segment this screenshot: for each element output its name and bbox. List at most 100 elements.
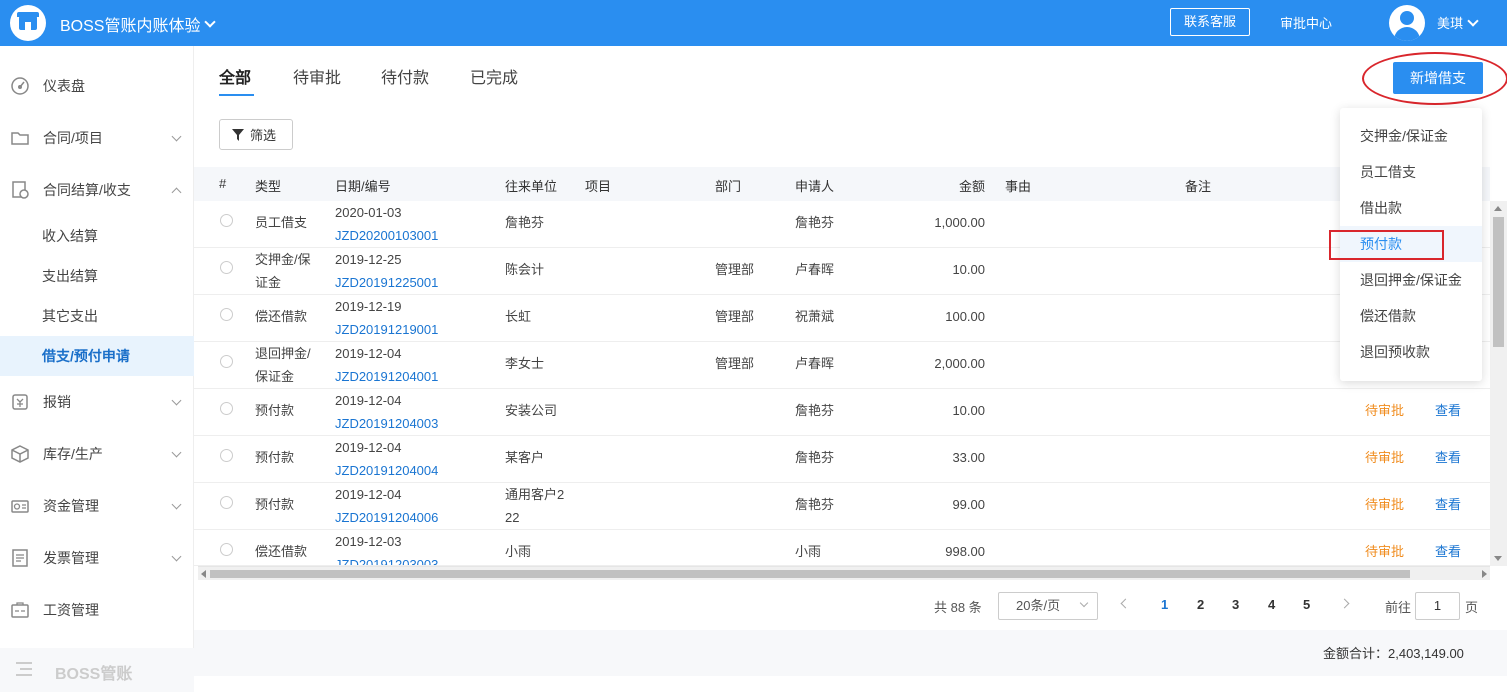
- row-view-link[interactable]: 查看: [1435, 446, 1461, 469]
- sidebar-item-contract-project[interactable]: 合同/项目: [0, 118, 194, 158]
- tab-pending-approval[interactable]: 待审批: [293, 64, 341, 88]
- col-header-reason: 事由: [1005, 179, 1032, 194]
- row-status-badge: 待审批: [1365, 497, 1405, 512]
- scroll-down-icon[interactable]: [1494, 556, 1502, 561]
- table-row[interactable]: 偿还借款 2019-12-03 JZD20191203003 小雨 小雨 998.00 待审…: [194, 530, 1490, 566]
- sidebar-item-invoice[interactable]: 发票管理: [0, 538, 194, 578]
- next-page-icon[interactable]: [1339, 598, 1350, 609]
- goto-page-input[interactable]: 1: [1415, 592, 1460, 620]
- app-title: BOSS管账内账体验: [60, 18, 201, 35]
- row-number-link[interactable]: JZD20191203003: [335, 553, 438, 565]
- sidebar-subitem-loan-prepay[interactable]: 借支/预付申请: [0, 336, 194, 376]
- dropdown-item-deposit[interactable]: 交押金/保证金: [1360, 126, 1448, 146]
- page-4[interactable]: 4: [1268, 597, 1275, 612]
- chevron-down-icon: [171, 447, 182, 457]
- row-amount: 99.00: [952, 497, 985, 512]
- row-amount: 10.00: [952, 262, 985, 277]
- row-radio[interactable]: [220, 449, 233, 462]
- vertical-scrollbar[interactable]: [1490, 201, 1507, 566]
- app-switcher[interactable]: BOSS管账内账体验: [60, 12, 217, 36]
- row-date: 2019-12-04: [335, 393, 402, 408]
- row-date: 2019-12-04: [335, 440, 402, 455]
- col-header-amount: 金额: [959, 179, 986, 194]
- row-type: 偿还借款: [255, 544, 308, 559]
- row-radio[interactable]: [220, 308, 233, 321]
- row-view-link[interactable]: 查看: [1435, 399, 1461, 422]
- table-row[interactable]: 预付款 2019-12-04 JZD20191204003 安装公司 詹艳芬 10.00 待…: [194, 389, 1490, 436]
- scroll-left-icon[interactable]: [201, 570, 206, 578]
- table-row[interactable]: 偿还借款 2019-12-19 JZD20191219001 长虹 管理部 祝萧斌 100.…: [194, 295, 1490, 342]
- dropdown-item-lend[interactable]: 借出款: [1360, 198, 1402, 218]
- row-partner-cont: 22: [505, 510, 520, 525]
- filter-button[interactable]: 筛选: [219, 119, 293, 150]
- table-row[interactable]: 预付款 2019-12-04 JZD20191204004 某客户 詹艳芬 33.00 待审…: [194, 436, 1490, 483]
- row-radio[interactable]: [220, 402, 233, 415]
- row-applicant: 小雨: [795, 544, 822, 559]
- page-size-select[interactable]: 20条/页: [998, 592, 1098, 620]
- page-3[interactable]: 3: [1232, 597, 1239, 612]
- scroll-up-icon[interactable]: [1494, 206, 1502, 211]
- scrollbar-thumb[interactable]: [210, 570, 1410, 578]
- user-avatar-icon[interactable]: [1389, 5, 1425, 41]
- goto-suffix: 页: [1465, 600, 1479, 615]
- dropdown-item-repay[interactable]: 偿还借款: [1360, 306, 1416, 326]
- tab-completed[interactable]: 已完成: [470, 64, 518, 88]
- horizontal-scrollbar[interactable]: [198, 566, 1490, 580]
- row-number-link[interactable]: JZD20191204006: [335, 506, 438, 529]
- user-menu[interactable]: 美琪: [1437, 13, 1479, 32]
- sidebar-item-salary[interactable]: 工资管理: [0, 590, 194, 630]
- row-radio[interactable]: [220, 543, 233, 556]
- page-2[interactable]: 2: [1197, 597, 1204, 612]
- sidebar-subitem-income[interactable]: 收入结算: [0, 216, 194, 256]
- sidebar-item-inventory[interactable]: 库存/生产: [0, 434, 194, 474]
- row-partner: 詹艳芬: [505, 215, 545, 230]
- annotation-rectangle: [1329, 230, 1444, 260]
- row-applicant: 詹艳芬: [795, 403, 835, 418]
- row-number-link[interactable]: JZD20191225001: [335, 271, 438, 294]
- row-amount: 998.00: [945, 544, 985, 559]
- row-number-link[interactable]: JZD20200103001: [335, 224, 438, 247]
- row-view-link[interactable]: 查看: [1435, 493, 1461, 516]
- row-applicant: 詹艳芬: [795, 497, 835, 512]
- sidebar-item-fund[interactable]: 资金管理: [0, 486, 194, 526]
- row-partner: 李女士: [505, 356, 545, 371]
- dropdown-item-employee-loan[interactable]: 员工借支: [1360, 162, 1416, 182]
- row-partner: 某客户: [505, 450, 545, 465]
- tab-pending-payment[interactable]: 待付款: [381, 64, 429, 88]
- table-row[interactable]: 员工借支 2020-01-03 JZD20200103001 詹艳芬 詹艳芬 1,000.…: [194, 201, 1490, 248]
- row-status-badge: 待审批: [1365, 544, 1405, 559]
- row-radio[interactable]: [220, 214, 233, 227]
- dropdown-item-refund-deposit[interactable]: 退回押金/保证金: [1360, 270, 1462, 290]
- row-radio[interactable]: [220, 261, 233, 274]
- row-number-link[interactable]: JZD20191204003: [335, 412, 438, 435]
- table-row[interactable]: 退回押金/保证金 2019-12-04 JZD20191204001 李女士 管理部 卢春…: [194, 342, 1490, 389]
- scroll-right-icon[interactable]: [1482, 570, 1487, 578]
- row-radio[interactable]: [220, 355, 233, 368]
- approval-center-link[interactable]: 审批中心: [1280, 13, 1332, 32]
- dropdown-item-refund-advance[interactable]: 退回预收款: [1360, 342, 1430, 362]
- tab-all[interactable]: 全部: [219, 64, 251, 88]
- row-number-link[interactable]: JZD20191219001: [335, 318, 438, 341]
- row-amount: 2,000.00: [934, 356, 985, 371]
- table-row[interactable]: 预付款 2019-12-04 JZD20191204006 通用客户2 22 詹艳芬 99.…: [194, 483, 1490, 530]
- row-number-link[interactable]: JZD20191204004: [335, 459, 438, 482]
- sidebar-subitem-expense[interactable]: 支出结算: [0, 256, 194, 296]
- sidebar-item-reimburse[interactable]: 报销: [0, 382, 194, 422]
- sidebar-subitem-other-expense[interactable]: 其它支出: [0, 296, 194, 336]
- contact-support-button[interactable]: 联系客服: [1170, 8, 1250, 36]
- row-number-link[interactable]: JZD20191204001: [335, 365, 438, 388]
- prev-page-icon[interactable]: [1120, 598, 1131, 609]
- sidebar-item-settlement[interactable]: 合同结算/收支: [0, 170, 194, 210]
- sidebar-item-label: 报销: [43, 394, 71, 410]
- row-date: 2019-12-19: [335, 299, 402, 314]
- scrollbar-thumb[interactable]: [1493, 217, 1504, 347]
- sidebar-item-label: 发票管理: [43, 550, 99, 566]
- row-radio[interactable]: [220, 496, 233, 509]
- row-view-link[interactable]: 查看: [1435, 540, 1461, 563]
- sidebar-item-dashboard[interactable]: 仪表盘: [0, 66, 194, 106]
- page-5[interactable]: 5: [1303, 597, 1310, 612]
- shop-logo-icon[interactable]: [10, 5, 46, 41]
- sidebar-footer[interactable]: BOSS管账: [0, 648, 194, 692]
- page-1[interactable]: 1: [1161, 597, 1168, 612]
- table-row[interactable]: 交押金/保 证金 2019-12-25 JZD20191225001 陈会计 管理部 卢春晖…: [194, 248, 1490, 295]
